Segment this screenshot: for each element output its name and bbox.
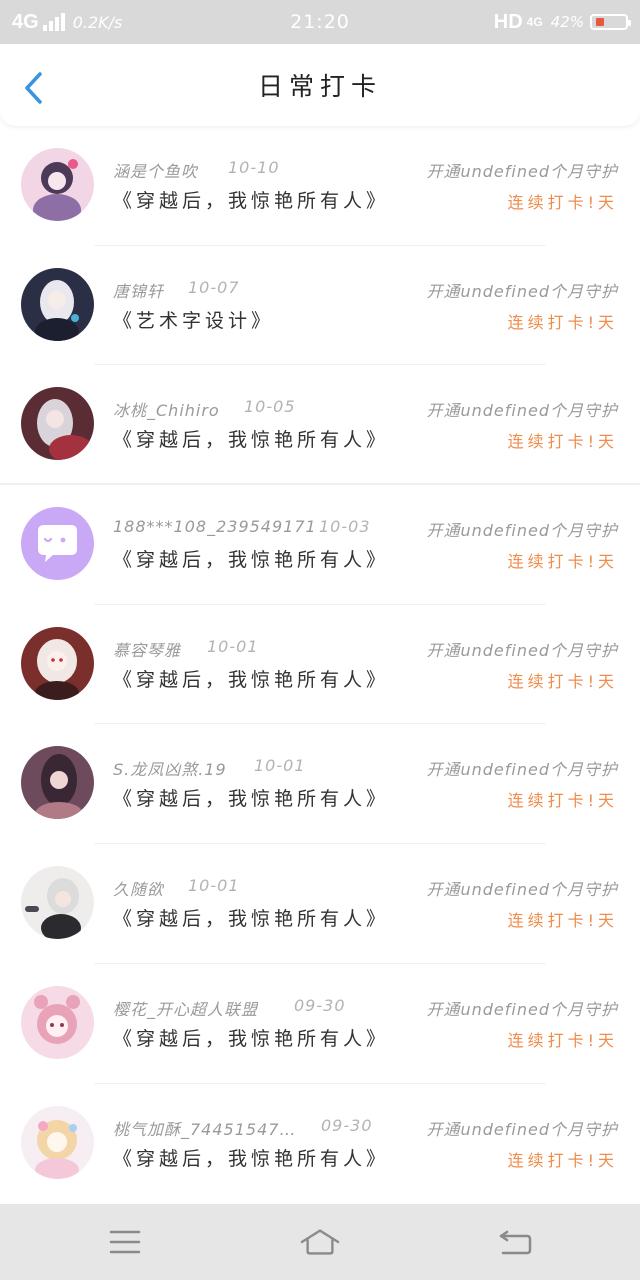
guard-text: 开通undefined个月守护 xyxy=(426,880,618,900)
user-name[interactable]: 涵是个鱼吹 xyxy=(113,158,198,182)
return-button[interactable] xyxy=(495,1222,535,1262)
checkin-date: 10-07 xyxy=(188,277,240,297)
user-name[interactable]: 唐锦轩 xyxy=(113,278,164,302)
book-title: 《穿越后，我惊艳所有人》 xyxy=(113,1027,390,1050)
user-name[interactable]: S.龙凤凶煞.19 xyxy=(113,756,227,780)
book-title: 《穿越后，我惊艳所有人》 xyxy=(113,908,390,931)
checkin-date: 10-03 xyxy=(319,517,371,537)
list-item[interactable]: 188***108_2395491716 10-03 《穿越后，我惊艳所有人》 … xyxy=(0,485,640,605)
battery-icon xyxy=(590,14,631,30)
system-nav-bar xyxy=(0,1204,640,1280)
status-right: HD 4G 42% xyxy=(493,0,631,44)
page-header: 日常打卡 xyxy=(0,44,640,126)
list-item[interactable]: 慕容琴雅 10-01 《穿越后，我惊艳所有人》 开通undefined个月守护 … xyxy=(0,605,640,725)
streak-text: 连续打卡!天 xyxy=(507,911,618,931)
hd-indicator: HD xyxy=(493,10,523,33)
avatar[interactable] xyxy=(21,866,94,940)
book-title: 《穿越后，我惊艳所有人》 xyxy=(113,1147,390,1170)
user-name[interactable]: 188***108_2395491716 xyxy=(113,517,313,536)
back-button[interactable] xyxy=(14,68,54,108)
streak-text: 连续打卡!天 xyxy=(507,312,618,332)
avatar[interactable] xyxy=(21,148,94,221)
user-name[interactable]: 慕容琴雅 xyxy=(113,637,181,661)
return-icon xyxy=(499,1230,532,1255)
checkin-date: 10-10 xyxy=(228,158,280,177)
book-title: 《穿越后，我惊艳所有人》 xyxy=(113,788,390,811)
network-type: 4G xyxy=(12,10,39,33)
checkin-date: 10-01 xyxy=(188,876,240,896)
home-icon xyxy=(300,1229,340,1255)
list-item[interactable]: 唐锦轩 10-07 《艺术字设计》 开通undefined个月守护 连续打卡!天 xyxy=(0,246,640,366)
user-name[interactable]: 久随欲 xyxy=(113,876,164,900)
user-name[interactable]: 桃气加酥_74451547… xyxy=(113,1116,296,1140)
checkin-date: 10-01 xyxy=(254,756,306,776)
menu-icon xyxy=(109,1230,141,1254)
avatar[interactable] xyxy=(21,1105,94,1179)
avatar[interactable] xyxy=(21,746,94,820)
list-item[interactable]: S.龙凤凶煞.19 10-01 《穿越后，我惊艳所有人》 开通undefined… xyxy=(0,724,640,845)
user-name[interactable]: 樱花_开心超人联盟 xyxy=(113,996,258,1020)
status-left: 4G 0.2K/s xyxy=(12,0,122,44)
streak-text: 连续打卡!天 xyxy=(507,1150,618,1170)
chat-bubble-icon xyxy=(21,507,94,581)
status-bar: 4G 0.2K/s 21:20 HD 4G 42% xyxy=(0,0,640,44)
network-speed: 0.2K/s xyxy=(72,12,123,32)
guard-text: 开通undefined个月守护 xyxy=(426,999,618,1019)
book-title: 《穿越后，我惊艳所有人》 xyxy=(113,668,390,691)
checkin-date: 09-30 xyxy=(294,995,346,1015)
book-title: 《穿越后，我惊艳所有人》 xyxy=(113,549,390,572)
guard-text: 开通undefined个月守护 xyxy=(426,162,618,181)
avatar[interactable] xyxy=(21,387,94,461)
avatar[interactable] xyxy=(21,507,94,581)
clock: 21:20 xyxy=(290,11,350,33)
menu-button[interactable] xyxy=(105,1222,145,1262)
home-button[interactable] xyxy=(300,1222,340,1262)
list-item[interactable]: 涵是个鱼吹 10-10 《穿越后，我惊艳所有人》 开通undefined个月守护… xyxy=(0,126,640,246)
checkin-date: 09-30 xyxy=(321,1115,373,1135)
book-title: 《穿越后，我惊艳所有人》 xyxy=(113,190,390,212)
guard-text: 开通undefined个月守护 xyxy=(426,760,618,780)
network-type-right: 4G xyxy=(526,15,543,29)
checkin-date: 10-01 xyxy=(207,636,259,656)
signal-icon xyxy=(42,13,65,31)
chevron-left-icon xyxy=(25,72,42,104)
streak-text: 连续打卡!天 xyxy=(507,552,618,572)
streak-text: 连续打卡!天 xyxy=(507,432,618,452)
guard-text: 开通undefined个月守护 xyxy=(426,1119,618,1139)
avatar[interactable] xyxy=(21,267,94,341)
guard-text: 开通undefined个月守护 xyxy=(426,401,618,421)
book-title: 《艺术字设计》 xyxy=(113,309,275,332)
user-name[interactable]: 冰桃_Chihiro xyxy=(113,397,220,421)
battery-level xyxy=(596,18,604,26)
list-item[interactable]: 桃气加酥_74451547… 09-30 《穿越后，我惊艳所有人》 开通unde… xyxy=(0,1084,640,1204)
list-item[interactable]: 久随欲 10-01 《穿越后，我惊艳所有人》 开通undefined个月守护 连… xyxy=(0,844,640,964)
checkin-list: 涵是个鱼吹 10-10 《穿越后，我惊艳所有人》 开通undefined个月守护… xyxy=(0,126,640,1204)
guard-text: 开通undefined个月守护 xyxy=(426,521,618,541)
avatar[interactable] xyxy=(21,985,94,1059)
guard-text: 开通undefined个月守护 xyxy=(426,640,618,660)
list-item[interactable]: 冰桃_Chihiro 10-05 《穿越后，我惊艳所有人》 开通undefine… xyxy=(0,365,640,486)
page-title: 日常打卡 xyxy=(257,72,382,101)
battery-percent: 42% xyxy=(550,13,584,31)
streak-text: 连续打卡!天 xyxy=(507,671,618,691)
streak-text: 连续打卡!天 xyxy=(507,1030,618,1050)
guard-text: 开通undefined个月守护 xyxy=(426,281,618,301)
avatar[interactable] xyxy=(21,626,94,700)
list-item[interactable]: 樱花_开心超人联盟 09-30 《穿越后，我惊艳所有人》 开通undefined… xyxy=(0,964,640,1084)
checkin-date: 10-05 xyxy=(244,397,296,417)
streak-text: 连续打卡!天 xyxy=(507,193,618,212)
streak-text: 连续打卡!天 xyxy=(507,791,618,811)
book-title: 《穿越后，我惊艳所有人》 xyxy=(113,429,390,452)
